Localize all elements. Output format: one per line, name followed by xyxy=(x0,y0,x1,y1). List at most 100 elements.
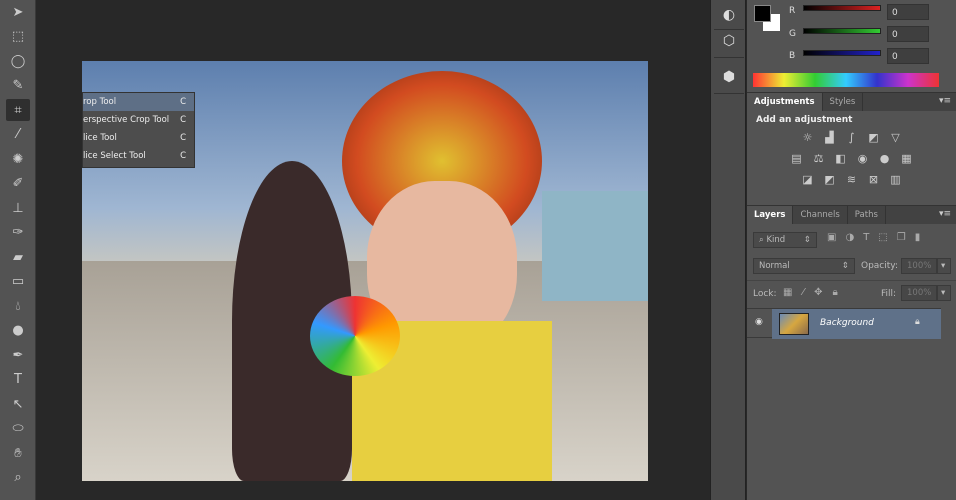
menu-item-shortcut: C xyxy=(180,97,186,107)
layer-thumbnail xyxy=(779,313,809,335)
fill-label: Fill: xyxy=(881,289,897,299)
blue-slider[interactable] xyxy=(803,50,881,56)
blue-value-input[interactable]: 0 xyxy=(887,48,929,64)
levels-icon[interactable]: ▟ xyxy=(823,131,837,144)
hand-tool-icon[interactable]: ✋︎ xyxy=(6,442,30,464)
3d-layers-icon[interactable]: ⬡ xyxy=(714,24,744,58)
filter-kind-label: Kind xyxy=(766,235,786,245)
quick-selection-tool-icon[interactable]: ✎ xyxy=(6,75,30,97)
filter-pixel-icon[interactable]: ▣ xyxy=(827,232,836,243)
color-spectrum-bar[interactable] xyxy=(753,73,939,87)
filter-shape-icon[interactable]: ⬚ xyxy=(878,232,887,243)
brightness-contrast-icon[interactable]: ☼ xyxy=(801,131,815,144)
3d-cube-icon[interactable]: ⬢ xyxy=(714,60,744,94)
color-panel: R 0 G 0 B 0 xyxy=(747,0,956,92)
panel-menu-icon[interactable]: ▾≡ xyxy=(939,96,951,106)
color-lookup-icon[interactable]: ▦ xyxy=(900,152,914,165)
filter-kind-select[interactable]: ⌕ Kind ⇕ xyxy=(753,232,817,248)
green-value-input[interactable]: 0 xyxy=(887,26,929,42)
tab-paths[interactable]: Paths xyxy=(848,206,886,224)
menu-item-label: erspective Crop Tool xyxy=(83,115,170,125)
tab-styles[interactable]: Styles xyxy=(823,93,864,111)
panel-menu-icon[interactable]: ▾≡ xyxy=(939,209,951,219)
opacity-input[interactable]: 100% xyxy=(901,258,937,274)
threshold-icon[interactable]: ≋ xyxy=(845,173,859,186)
lock-image-icon[interactable]: ⁄ xyxy=(802,287,804,298)
red-slider[interactable] xyxy=(803,5,881,11)
invert-icon[interactable]: ◪ xyxy=(801,173,815,186)
menu-item-shortcut: C xyxy=(180,133,186,143)
opacity-label: Opacity: xyxy=(861,261,898,271)
crop-tool-icon[interactable]: ⌗ xyxy=(6,99,30,121)
layer-row-background[interactable]: ◉ Background 🔒︎ xyxy=(747,308,941,339)
blend-mode-select[interactable]: Normal ⇕ xyxy=(753,258,855,274)
right-panels: R 0 G 0 B 0 Adjustments Styles ▾≡ Add an… xyxy=(747,0,956,500)
history-brush-tool-icon[interactable]: ✑ xyxy=(6,222,30,244)
menu-item-label: rop Tool xyxy=(83,97,117,107)
path-selection-tool-icon[interactable]: ↖ xyxy=(6,393,30,415)
visibility-eye-icon[interactable]: ◉ xyxy=(755,317,763,327)
flyout-menu-item[interactable]: rop Tool C xyxy=(83,93,194,111)
color-balance-icon[interactable]: ⚖ xyxy=(812,152,826,165)
lock-position-icon[interactable]: ✥ xyxy=(814,287,822,298)
lock-all-icon[interactable]: 🔒︎ xyxy=(833,287,838,298)
filter-adjustment-icon[interactable]: ◑ xyxy=(845,232,854,243)
posterize-icon[interactable]: ◩ xyxy=(823,173,837,186)
g-label: G xyxy=(789,29,796,39)
b-label: B xyxy=(789,51,796,61)
layer-name[interactable]: Background xyxy=(820,318,874,328)
adjustments-panel: Adjustments Styles ▾≡ Add an adjustment … xyxy=(747,92,956,205)
filter-toggle-icon[interactable]: ▮ xyxy=(915,232,921,243)
ellipse-tool-icon[interactable]: ⬭ xyxy=(6,418,30,440)
exposure-icon[interactable]: ◩ xyxy=(867,131,881,144)
move-tool-icon[interactable]: ➤ xyxy=(6,1,30,23)
adjustments-heading: Add an adjustment xyxy=(756,115,853,125)
vibrance-icon[interactable]: ▽ xyxy=(889,131,903,144)
menu-item-label: lice Select Tool xyxy=(83,151,146,161)
type-tool-icon[interactable]: T xyxy=(6,369,30,391)
marquee-tool-icon[interactable]: ⬚ xyxy=(6,26,30,48)
lock-label: Lock: xyxy=(753,289,777,299)
tab-adjustments[interactable]: Adjustments xyxy=(747,93,823,111)
brush-tool-icon[interactable]: ✐ xyxy=(6,173,30,195)
filter-type-icon[interactable]: T xyxy=(863,232,869,243)
fill-dropdown-icon[interactable]: ▾ xyxy=(937,285,951,301)
gradient-map-icon[interactable]: ⊠ xyxy=(867,173,881,186)
curves-icon[interactable]: ∫ xyxy=(845,131,859,144)
channel-mixer-icon[interactable]: ● xyxy=(878,152,892,165)
eraser-tool-icon[interactable]: ▰ xyxy=(6,246,30,268)
menu-item-label: lice Tool xyxy=(83,133,117,143)
blend-mode-label: Normal xyxy=(759,261,790,271)
clone-stamp-tool-icon[interactable]: ⊥ xyxy=(6,197,30,219)
selective-color-icon[interactable]: ▥ xyxy=(889,173,903,186)
dodge-tool-icon[interactable]: ● xyxy=(6,320,30,342)
black-white-icon[interactable]: ◧ xyxy=(834,152,848,165)
tab-channels[interactable]: Channels xyxy=(793,206,848,224)
gradient-tool-icon[interactable]: ▭ xyxy=(6,271,30,293)
layer-lock-icon: 🔒︎ xyxy=(915,317,920,327)
spot-healing-tool-icon[interactable]: ✺ xyxy=(6,148,30,170)
zoom-tool-icon[interactable]: ⌕ xyxy=(6,467,30,489)
r-label: R xyxy=(789,6,796,16)
crop-tool-flyout-menu: rop Tool Cerspective Crop Tool Clice Tool C… xyxy=(82,92,195,168)
opacity-dropdown-icon[interactable]: ▾ xyxy=(937,258,951,274)
flyout-menu-item[interactable]: lice Select Tool C xyxy=(83,147,194,165)
menu-item-shortcut: C xyxy=(180,115,186,125)
lasso-tool-icon[interactable]: ◯ xyxy=(6,50,30,72)
flyout-menu-item[interactable]: erspective Crop Tool C xyxy=(83,111,194,129)
pen-tool-icon[interactable]: ✒ xyxy=(6,344,30,366)
menu-item-shortcut: C xyxy=(180,151,186,161)
lock-transparency-icon[interactable]: ▦ xyxy=(783,287,792,298)
foreground-color-swatch[interactable] xyxy=(754,5,771,22)
photo-filter-icon[interactable]: ◉ xyxy=(856,152,870,165)
flyout-menu-item[interactable]: lice Tool C xyxy=(83,129,194,147)
red-value-input[interactable]: 0 xyxy=(887,4,929,20)
fill-input[interactable]: 100% xyxy=(901,285,937,301)
tab-layers[interactable]: Layers xyxy=(747,206,794,224)
hue-saturation-icon[interactable]: ▤ xyxy=(790,152,804,165)
green-slider[interactable] xyxy=(803,28,881,34)
eyedropper-tool-icon[interactable]: ⁄ xyxy=(6,124,30,146)
filter-smart-object-icon[interactable]: ❐ xyxy=(897,232,906,243)
blur-tool-icon[interactable]: 💧︎ xyxy=(6,295,30,317)
panel-dock: ◐ ⬡ ⬢ xyxy=(710,0,746,500)
